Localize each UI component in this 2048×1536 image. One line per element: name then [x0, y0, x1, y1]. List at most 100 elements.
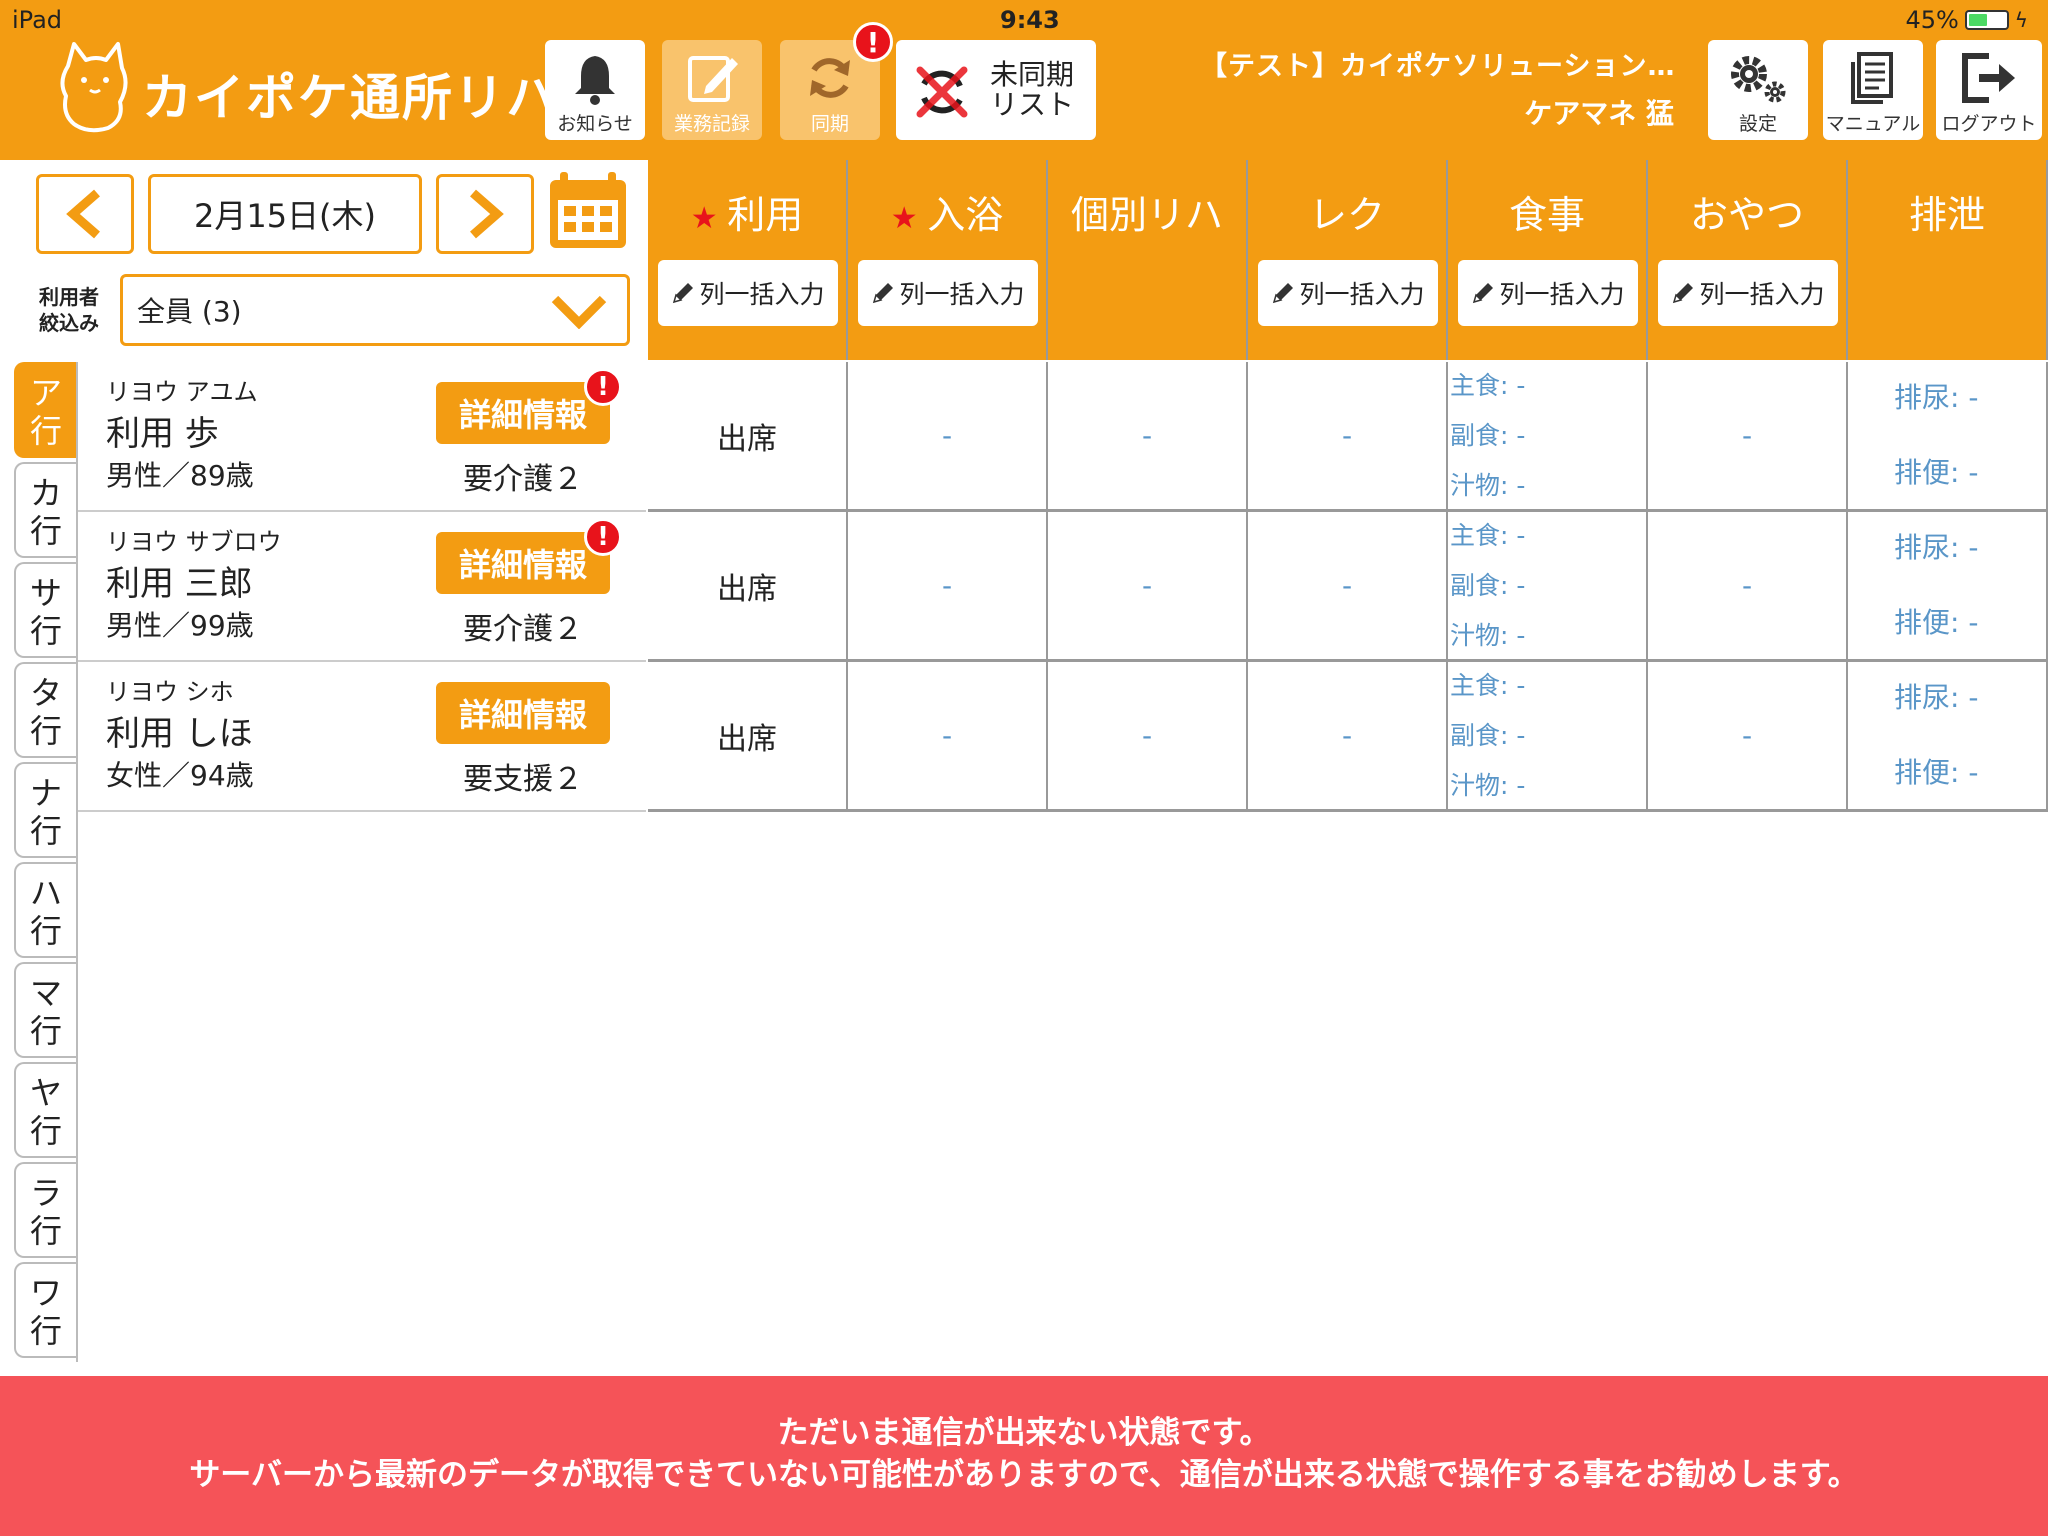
meal-label: 主食: [1450, 671, 1509, 700]
bulk-input-button[interactable]: 列一括入力 [1658, 260, 1838, 326]
meal-value: - [1516, 521, 1526, 550]
user-name: 利用 三郎 [106, 564, 253, 604]
meal-item: 主食: - [1450, 516, 1525, 552]
kana-tab[interactable]: ハ 行 [14, 862, 76, 958]
manual-button[interactable]: マニュアル [1823, 40, 1923, 140]
status-battery: 45% ϟ [1905, 6, 2028, 34]
bulk-input-button[interactable]: 列一括入力 [1258, 260, 1438, 326]
meal-value: - [1516, 421, 1526, 450]
excretion-value: - [1968, 456, 1979, 489]
grid-cell[interactable]: 排尿: - 排便: - [1848, 362, 2048, 512]
calendar-icon[interactable] [546, 168, 630, 252]
excretion-item: 排便: - [1894, 601, 1978, 641]
record-label: 業務記録 [673, 113, 750, 135]
status-device: iPad [12, 6, 63, 34]
bulk-input-button[interactable]: 列一括入力 [858, 260, 1038, 326]
kana-tab[interactable]: タ 行 [14, 662, 76, 758]
sync-label: 同期 [810, 113, 849, 135]
excretion-label: 排便: [1894, 606, 1960, 639]
grid-cell[interactable]: 排尿: - 排便: - [1848, 662, 2048, 812]
column-title: ★ 入浴 [848, 184, 1046, 239]
kana-tab[interactable]: マ 行 [14, 962, 76, 1058]
meal-item: 汁物: - [1450, 466, 1525, 502]
date-display[interactable]: 2月15日(木) [148, 174, 422, 254]
empty-value: - [1741, 419, 1753, 452]
column-title-text: 食事 [1508, 193, 1585, 237]
meal-value: - [1516, 471, 1526, 500]
kana-tab[interactable]: ナ 行 [14, 762, 76, 858]
battery-percent: 45% [1905, 6, 1959, 34]
user-filter-select[interactable]: 全員 (3) [120, 274, 630, 346]
excretion-value: - [1968, 381, 1979, 414]
grid-cell[interactable]: - [1048, 512, 1248, 662]
user-alert-badge: ! [584, 518, 622, 556]
grid-cell[interactable]: 出席 [648, 512, 848, 662]
empty-value: - [1341, 719, 1353, 752]
empty-value: - [941, 419, 953, 452]
kana-tab[interactable]: ラ 行 [14, 1162, 76, 1258]
grid-cell[interactable]: - [1048, 662, 1248, 812]
excretion-item: 排尿: - [1894, 676, 1978, 716]
user-name: 利用 歩 [106, 414, 219, 454]
grid-cell[interactable]: - [1048, 362, 1248, 512]
grid-cell[interactable]: - [1648, 512, 1848, 662]
grid-cell[interactable]: - [848, 512, 1048, 662]
empty-value: - [1341, 569, 1353, 602]
grid-cell[interactable]: 出席 [648, 362, 848, 512]
bulk-input-button[interactable]: 列一括入力 [658, 260, 838, 326]
grid-cell[interactable]: 主食: - 副食: - 汁物: - [1448, 662, 1648, 812]
meal-value: - [1516, 771, 1526, 800]
kana-tab[interactable]: カ 行 [14, 462, 76, 558]
excretion-value: - [1968, 681, 1979, 714]
kana-tab[interactable]: ア 行 [14, 362, 76, 458]
record-button[interactable]: 業務記録 [662, 40, 762, 140]
bulk-input-label: 列一括入力 [1299, 280, 1425, 309]
column-title-text: 入浴 [927, 193, 1004, 237]
meal-item: 主食: - [1450, 366, 1525, 402]
logout-button[interactable]: ログアウト [1936, 40, 2042, 140]
grid-cell[interactable]: - [1248, 362, 1448, 512]
notice-button[interactable]: お知らせ [545, 40, 645, 140]
grid-cell[interactable]: - [1648, 662, 1848, 812]
detail-info-button[interactable]: 詳細情報 [436, 682, 610, 744]
empty-value: - [1141, 719, 1153, 752]
grid-cell[interactable]: 主食: - 副食: - 汁物: - [1448, 512, 1648, 662]
grid-cell[interactable]: - [1648, 362, 1848, 512]
empty-value: - [1141, 419, 1153, 452]
notice-label: お知らせ [557, 113, 633, 135]
document-icon [1851, 52, 1893, 104]
bulk-input-label: 列一括入力 [899, 280, 1025, 309]
unsync-icon [916, 66, 968, 118]
kana-tab[interactable]: ワ 行 [14, 1262, 76, 1358]
pencil-icon [873, 283, 894, 304]
meal-item: 主食: - [1450, 666, 1525, 702]
battery-icon [1964, 10, 2009, 30]
meal-item: 副食: - [1450, 716, 1525, 752]
empty-value: - [1741, 569, 1753, 602]
kana-tab[interactable]: ヤ 行 [14, 1062, 76, 1158]
attendance-value: 出席 [717, 421, 777, 457]
user-name: 利用 しほ [106, 714, 253, 754]
grid-cell[interactable]: 出席 [648, 662, 848, 812]
grid-cell[interactable]: - [848, 662, 1048, 812]
grid-cell[interactable]: 排尿: - 排便: - [1848, 512, 2048, 662]
kana-tab[interactable]: サ 行 [14, 562, 76, 658]
grid-cell[interactable]: - [1248, 662, 1448, 812]
user-gender-age: 男性／99歳 [106, 609, 254, 642]
grid-cell[interactable]: 主食: - 副食: - 汁物: - [1448, 362, 1648, 512]
settings-button[interactable]: 設定 [1708, 40, 1808, 140]
meal-label: 汁物: [1450, 621, 1509, 650]
previous-day-button[interactable] [36, 174, 134, 254]
grid-cell[interactable]: - [1248, 512, 1448, 662]
attendance-value: 出席 [717, 571, 777, 607]
grid-cell[interactable]: - [848, 362, 1048, 512]
empty-value: - [1141, 569, 1153, 602]
meal-label: 汁物: [1450, 771, 1509, 800]
pencil-icon [1473, 283, 1494, 304]
unsync-list-button[interactable]: 未同期 リスト [896, 40, 1096, 140]
meal-label: 汁物: [1450, 471, 1509, 500]
bulk-input-button[interactable]: 列一括入力 [1458, 260, 1638, 326]
column-title: レク [1248, 184, 1446, 239]
user-alert-badge: ! [584, 368, 622, 406]
next-day-button[interactable] [436, 174, 534, 254]
